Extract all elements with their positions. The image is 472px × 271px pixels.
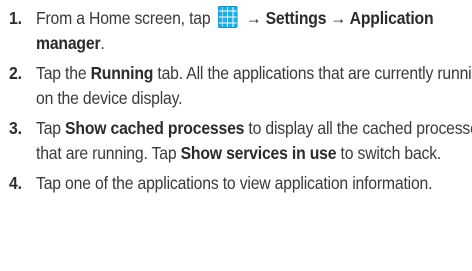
step-emphasis: Running [90,63,154,83]
step-text-run: to switch back. [336,143,442,163]
step-text: Tap Show cached processes to display all… [36,118,472,163]
step-text-run: From a Home screen, tap [36,8,215,28]
step-3: 3. Tap Show cached processes to display a… [0,116,472,166]
step-text-run: Tap [36,118,66,138]
step-number: 4. [9,173,22,193]
step-text-run: Tap one of the applications to view appl… [36,173,433,193]
step-4: 4. Tap one of the applications to view ap… [0,171,472,196]
cut-off-heading-fragment [150,0,330,1]
step-emphasis: Show services in use [180,143,337,163]
step-text-run: . [100,33,105,53]
step-text-run: Tap the [36,63,91,83]
instruction-page: 1. From a Home screen, tap → Settings → A… [0,0,472,271]
step-number: 3. [9,118,22,138]
step-2: 2. Tap the Running tab. All the applicati… [0,61,472,111]
step-number: 1. [9,8,22,28]
step-number: 2. [9,63,22,83]
steps-list: 1. From a Home screen, tap → Settings → A… [0,6,472,201]
step-1: 1. From a Home screen, tap → Settings → A… [0,6,472,56]
step-text: Tap one of the applications to view appl… [36,173,433,193]
step-text: Tap the Running tab. All the application… [36,63,472,108]
step-text: From a Home screen, tap → Settings → App… [36,6,434,53]
apps-grid-icon [218,6,239,28]
step-emphasis: Show cached processes [65,118,245,138]
